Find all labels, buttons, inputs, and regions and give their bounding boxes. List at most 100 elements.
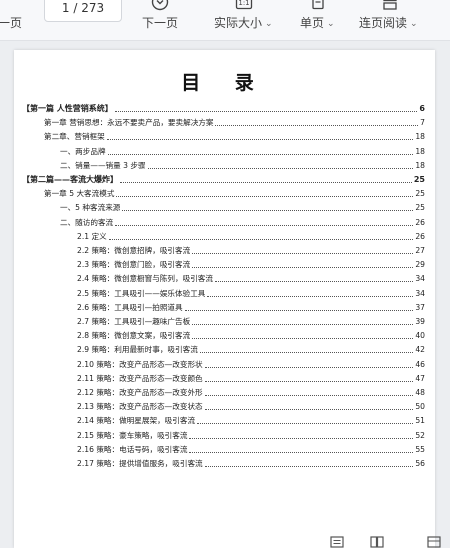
toc-leader-dots [106, 138, 414, 141]
toc-leader-dots [120, 181, 412, 183]
toc-entry[interactable]: 第一章 5 大客流模式 25 [44, 189, 425, 199]
toc-entry-page: 47 [415, 373, 425, 383]
toc-entry-page: 34 [415, 274, 425, 284]
toc-entry-page: 40 [415, 331, 425, 341]
toc-entry[interactable]: 2.1 定义 26 [77, 232, 425, 242]
text-view-icon[interactable] [330, 536, 344, 548]
toc-entry-page: 18 [415, 146, 425, 156]
toc-entry-label: 2.8 策略：微创意文案，吸引客流 [77, 331, 191, 341]
toc-entry-page: 42 [415, 345, 425, 355]
continuous-pages-icon [383, 0, 397, 10]
toc-leader-dots [197, 422, 414, 425]
toc-leader-dots [204, 366, 414, 368]
prev-page-label: 上一页 [0, 16, 23, 30]
toc-entry[interactable]: 2.4 策略：微创意橱窗与陈列，吸引客流 34 [77, 274, 425, 284]
circle-arrow-down-icon [151, 0, 169, 11]
total-pages: 273 [81, 1, 105, 15]
toc-entry-page: 39 [415, 317, 425, 326]
toc-leader-dots [204, 465, 414, 467]
toc-entry[interactable]: 二、随访的客流 26 [60, 218, 425, 228]
toc-entry-page: 48 [415, 388, 425, 397]
toc-leader-dots [115, 224, 414, 226]
toc-entry[interactable]: 2.13 策略：改变产品形态—改变状态 50 [77, 402, 425, 412]
toc-entry[interactable]: 第二章、营销框架 18 [44, 132, 425, 142]
toc-entry[interactable]: 二、销量——销量 3 步骤 18 [60, 161, 425, 171]
two-page-view-icon[interactable] [370, 536, 384, 548]
toc-entry[interactable]: 2.10 策略：改变产品形态—改变形状 46 [77, 360, 425, 370]
toc-entry-page: 26 [415, 231, 425, 241]
toc-title: 目 录 [181, 72, 268, 94]
toc-entry-label: 2.5 策略：工具吸引——娱乐体验工具 [77, 288, 206, 298]
toc-entry-page: 18 [415, 160, 425, 170]
toc-entry-page: 46 [415, 359, 425, 369]
toc-part-entry[interactable]: 【第一篇 人性营销系统】 6 [22, 104, 425, 114]
toc-leader-dots [199, 351, 414, 354]
toc-entry-page: 29 [415, 260, 425, 270]
toc-entry[interactable]: 2.6 策略：工具吸引—拍照道具 37 [77, 303, 425, 313]
toc-entry[interactable]: 一、两步品牌 18 [60, 147, 425, 157]
zoom-menu-button[interactable]: 1:1 实际大小 ⌄ [214, 0, 278, 40]
toc-entry-label: 2.1 定义 [77, 231, 107, 241]
toc-entry[interactable]: 2.9 策略：利用最新时事，吸引客流 42 [77, 345, 425, 355]
toc-entry-page: 55 [415, 444, 425, 454]
toc-leader-dots [189, 451, 414, 453]
toc-entry-label: 2.10 策略：改变产品形态—改变形状 [77, 359, 203, 369]
document-page: 目 录 【第一篇 人性营销系统】 6 第一章 营销思想：永远不要卖产品，要卖解决方案… [14, 50, 435, 548]
toc-entry[interactable]: 2.16 策略：电话号码，吸引客流 55 [77, 445, 425, 455]
toc-entry-page: 25 [415, 189, 425, 199]
current-page: 1 [61, 1, 70, 15]
toc-entry-label: 二、销量——销量 3 步骤 [60, 160, 146, 170]
toc-entry[interactable]: 第一章 营销思想：永远不要卖产品，要卖解决方案 7 [44, 118, 425, 128]
toc-leader-dots [189, 437, 414, 439]
fullscreen-icon[interactable] [427, 536, 441, 548]
page-number-input[interactable]: 1 / 273 [44, 0, 122, 22]
toc-entry-label: 一、5 种客流来源 [60, 203, 121, 213]
toc-entry[interactable]: 一、5 种客流来源 25 [60, 203, 425, 213]
toc-entry-label: 2.12 策略：改变产品形态—改变外形 [77, 388, 203, 397]
toc-entry-label: 2.3 策略：微创意门脸，吸引客流 [77, 260, 191, 270]
toc-entry[interactable]: 2.8 策略：微创意文案，吸引客流 40 [77, 331, 425, 341]
toc-leader-dots [192, 252, 414, 254]
toc-entry-page: 34 [415, 288, 425, 298]
toc-entry[interactable]: 2.11 策略：改变产品形态—改变颜色 47 [77, 374, 425, 384]
toc-entry-label: 2.15 策略：豪车策略，吸引客流 [77, 430, 188, 440]
chevron-down-icon: ⌄ [327, 19, 335, 29]
toc-entry-page: 51 [415, 416, 425, 426]
single-page-icon [312, 0, 324, 10]
chevron-down-icon: ⌄ [265, 19, 273, 29]
scroll-mode-menu-button[interactable]: 连页阅读 ⌄ [359, 0, 425, 40]
toc-entry-page: 52 [415, 430, 425, 440]
toc-entry[interactable]: 2.17 策略：提供增值服务，吸引客流 56 [77, 459, 425, 469]
zoom-label: 实际大小 [214, 16, 263, 30]
toc-leader-dots [147, 167, 414, 169]
toc-part-entry[interactable]: 【第二篇——客流大爆炸】 25 [22, 175, 425, 185]
toc-entry[interactable]: 2.5 策略：工具吸引——娱乐体验工具 34 [77, 289, 425, 299]
svg-text:1:1: 1:1 [238, 0, 249, 7]
toc-entry-label: 2.11 策略：改变产品形态—改变颜色 [77, 373, 203, 383]
toc-entry[interactable]: 2.3 策略：微创意门脸，吸引客流 29 [77, 260, 425, 270]
toc-leader-dots [204, 408, 414, 411]
toc-entry-label: 2.2 策略：微创意招牌，吸引客流 [77, 246, 191, 255]
toc-entry[interactable]: 2.12 策略：改变产品形态—改变外形 48 [77, 388, 425, 398]
toc-entry[interactable]: 2.2 策略：微创意招牌，吸引客流 27 [77, 246, 425, 256]
toc-entry-page: 50 [415, 402, 425, 412]
view-mode-label: 单页 [300, 16, 325, 30]
reader-toolbar: 上一页 1 / 273 下一页 1:1 实际大小⌄ 单页⌄ [0, 0, 450, 41]
toc-entry-label: 2.7 策略：工具吸引—趣味广告板 [77, 317, 191, 326]
toc-leader-dots [192, 266, 414, 269]
toc-entry-label: 第二章、营销框架 [44, 132, 105, 142]
toc-entry[interactable]: 2.15 策略：豪车策略，吸引客流 52 [77, 431, 425, 441]
toc-entry-page: 7 [420, 118, 425, 128]
toc-entry-label: 2.4 策略：微创意橱窗与陈列，吸引客流 [77, 274, 213, 284]
toc-entry[interactable]: 2.14 策略：做明星展架，吸引客流 51 [77, 416, 425, 426]
toc-entry[interactable]: 2.7 策略：工具吸引—趣味广告板 39 [77, 317, 425, 327]
next-page-button[interactable]: 下一页 [142, 0, 182, 40]
toc-entry-label: 一、两步品牌 [60, 146, 106, 156]
next-page-label: 下一页 [142, 16, 179, 30]
toc-leader-dots [215, 124, 419, 127]
toc-leader-dots [122, 209, 414, 212]
toc-entry-label: 第一章 5 大客流模式 [44, 189, 115, 199]
toc-leader-dots [192, 323, 414, 325]
toc-entry-label: 2.6 策略：工具吸引—拍照道具 [77, 302, 183, 312]
view-mode-menu-button[interactable]: 单页 ⌄ [300, 0, 340, 40]
